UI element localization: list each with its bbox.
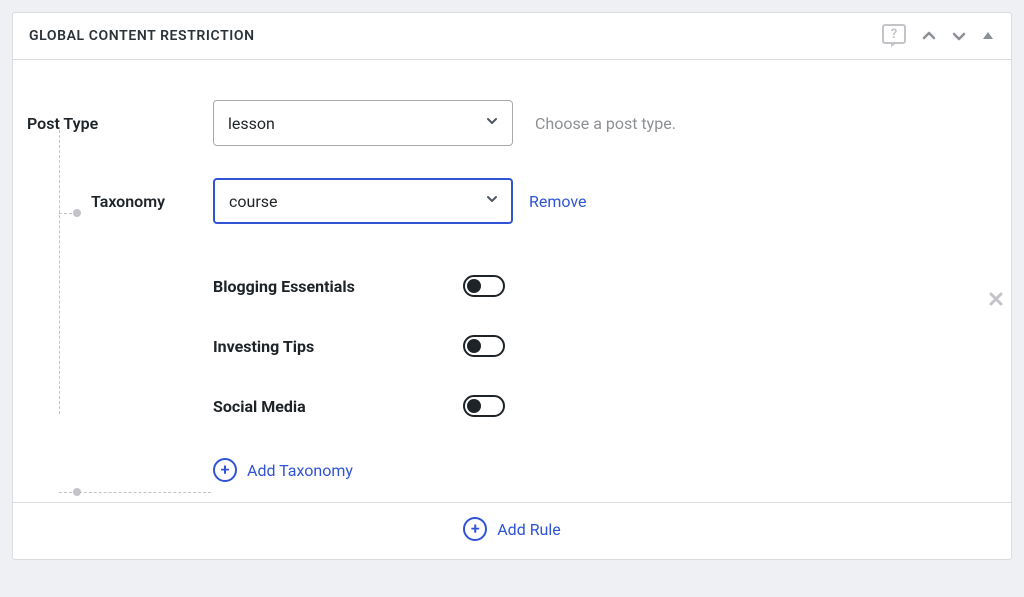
taxonomy-term-row: Blogging Essentials	[213, 256, 971, 316]
post-type-row: Post Type lesson Choose a post type.	[23, 100, 971, 146]
taxonomy-term-row: Investing Tips	[213, 316, 971, 376]
tree-vertical-line	[59, 130, 60, 414]
panel-footer: + Add Rule	[13, 502, 1011, 559]
taxonomy-term-label: Social Media	[213, 397, 463, 416]
add-taxonomy-button[interactable]: + Add Taxonomy	[213, 458, 353, 482]
post-type-label: Post Type	[23, 114, 213, 133]
taxonomy-term-label: Blogging Essentials	[213, 277, 463, 296]
add-rule-label: Add Rule	[497, 520, 561, 539]
close-rule-icon[interactable]	[987, 290, 1005, 312]
remove-taxonomy-link[interactable]: Remove	[529, 192, 587, 211]
taxonomy-term-row: Social Media	[213, 376, 971, 436]
taxonomy-row: Taxonomy course Remove	[23, 178, 971, 224]
help-icon[interactable]: ?	[881, 23, 907, 49]
taxonomy-label: Taxonomy	[23, 192, 213, 211]
panel-body: Post Type lesson Choose a post type. Tax…	[13, 60, 1011, 502]
taxonomy-select-value: course	[213, 178, 513, 224]
add-taxonomy-row: + Add Taxonomy	[213, 458, 971, 482]
panel-header: GLOBAL CONTENT RESTRICTION ?	[13, 13, 1011, 60]
taxonomy-term-label: Investing Tips	[213, 337, 463, 356]
taxonomy-term-toggle[interactable]	[463, 275, 505, 297]
panel-title: GLOBAL CONTENT RESTRICTION	[29, 28, 881, 44]
rule-tree: Post Type lesson Choose a post type. Tax…	[23, 100, 971, 482]
post-type-select-value: lesson	[213, 100, 513, 146]
collapse-panel-icon[interactable]	[981, 29, 995, 43]
chevron-down-icon[interactable]	[951, 28, 967, 44]
tree-node-dot	[73, 488, 81, 496]
tree-branch-add	[59, 492, 211, 493]
toggle-knob	[467, 339, 481, 353]
taxonomy-term-toggle[interactable]	[463, 395, 505, 417]
add-taxonomy-label: Add Taxonomy	[247, 461, 353, 480]
tree-node-dot	[73, 209, 81, 217]
taxonomy-select[interactable]: course	[213, 178, 513, 224]
post-type-select[interactable]: lesson	[213, 100, 513, 146]
post-type-hint: Choose a post type.	[535, 114, 676, 133]
header-controls: ?	[881, 23, 995, 49]
chevron-up-icon[interactable]	[921, 28, 937, 44]
svg-text:?: ?	[891, 27, 897, 42]
global-content-restriction-panel: GLOBAL CONTENT RESTRICTION ?	[12, 12, 1012, 560]
taxonomy-terms-list: Blogging Essentials Investing Tips Socia…	[213, 256, 971, 436]
add-rule-button[interactable]: + Add Rule	[463, 517, 561, 541]
plus-circle-icon: +	[213, 458, 237, 482]
taxonomy-term-toggle[interactable]	[463, 335, 505, 357]
toggle-knob	[467, 279, 481, 293]
toggle-knob	[467, 399, 481, 413]
plus-circle-icon: +	[463, 517, 487, 541]
